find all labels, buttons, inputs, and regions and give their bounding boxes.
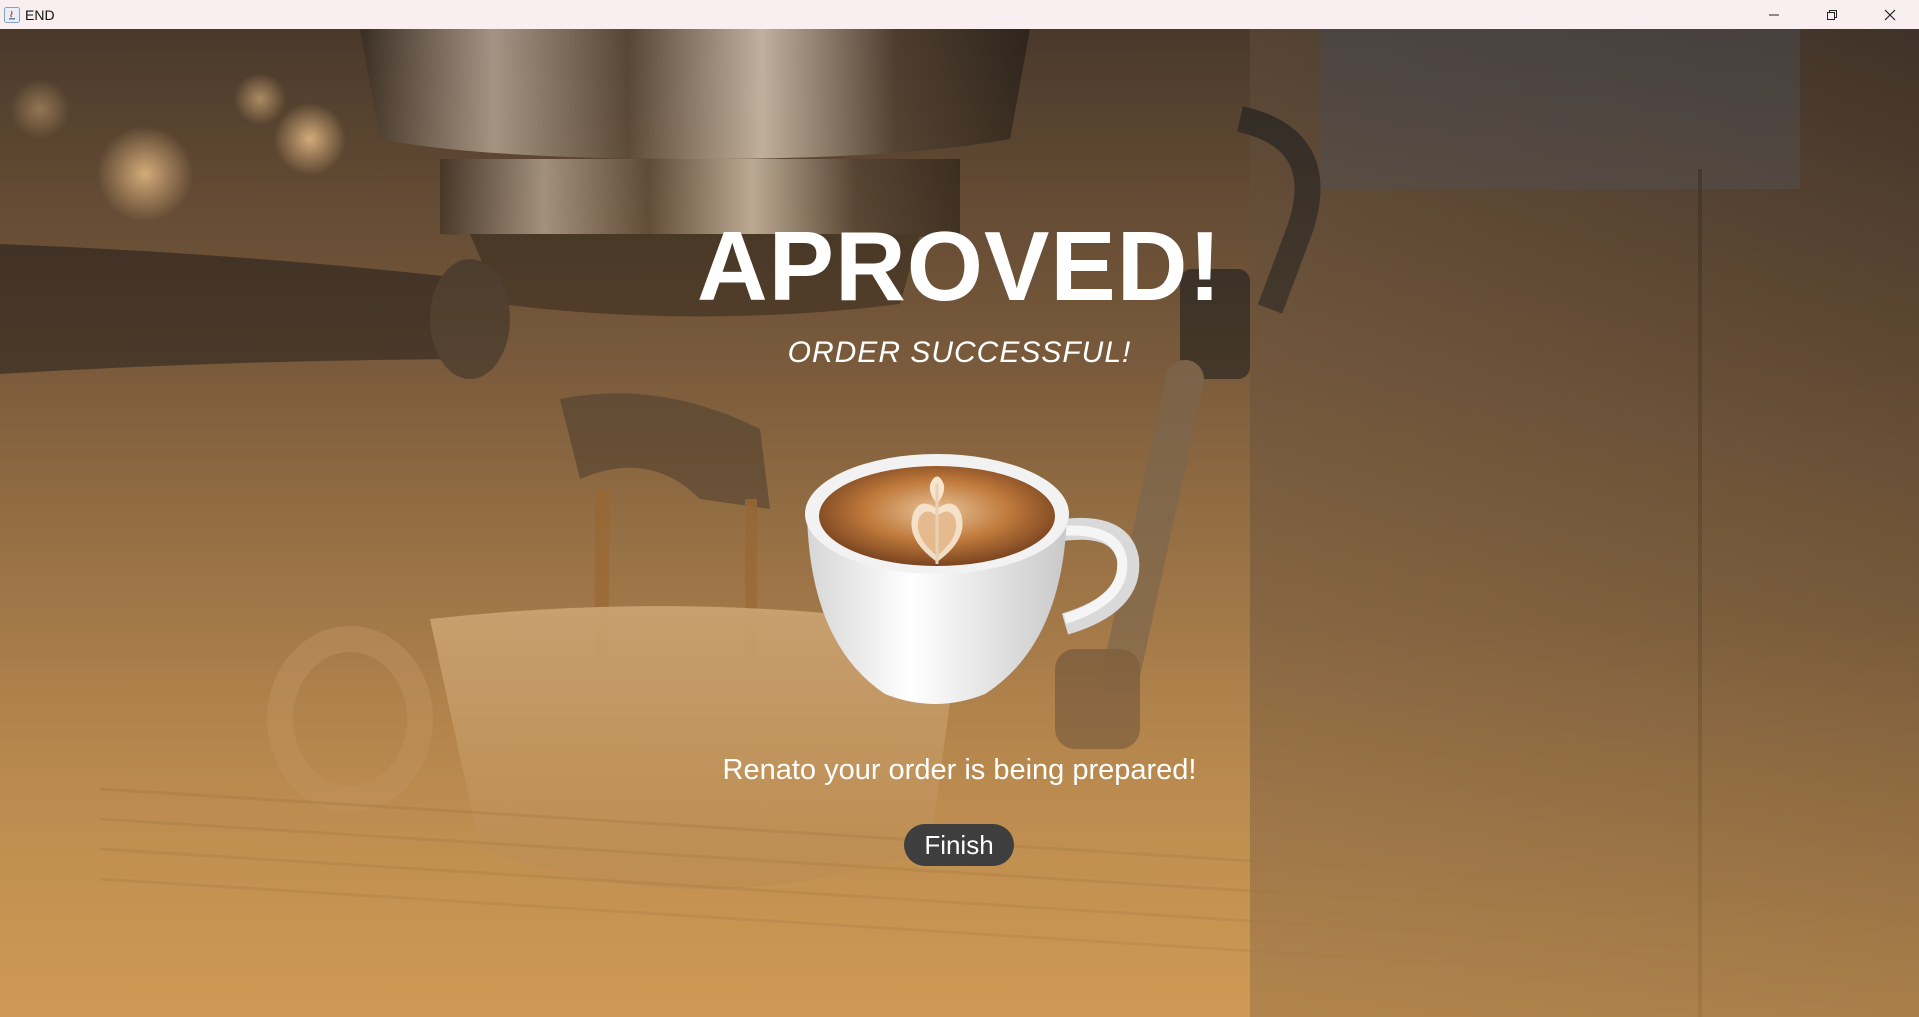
close-icon [1884, 9, 1896, 20]
finish-button[interactable]: Finish [904, 824, 1014, 866]
order-complete-panel: APROVED! ORDER SUCCESSFUL! Renato your o… [0, 29, 1919, 1017]
approved-heading: APROVED! [696, 211, 1223, 321]
app-window: END APROVED! ORDER SUCCESSFUL! Renato yo… [0, 0, 1919, 1017]
window-controls [1745, 0, 1919, 29]
title-bar: END [0, 0, 1919, 29]
close-button[interactable] [1861, 0, 1919, 29]
order-successful-subheading: ORDER SUCCESSFUL! [787, 336, 1132, 369]
order-status-message: Renato your order is being prepared! [722, 754, 1197, 786]
java-app-icon [4, 6, 20, 23]
maximize-button[interactable] [1803, 0, 1861, 29]
restore-icon [1827, 9, 1837, 20]
minimize-button[interactable] [1745, 0, 1803, 29]
window-title: END [25, 6, 55, 23]
latte-cup-image [805, 454, 1140, 704]
minimize-icon [1769, 14, 1779, 15]
